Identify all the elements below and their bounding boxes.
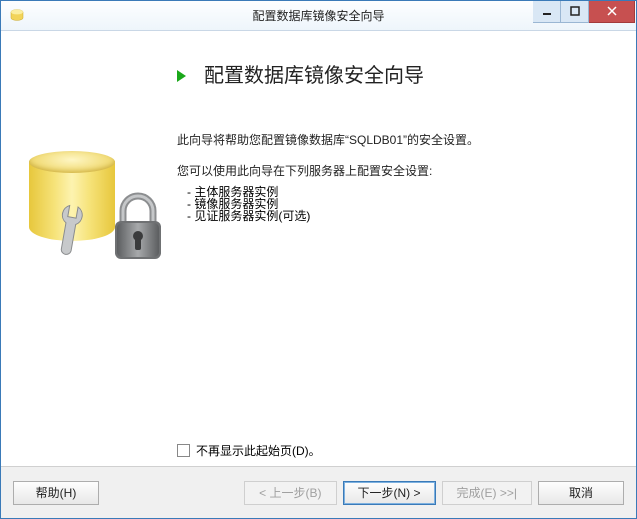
page-heading: 配置数据库镜像安全向导	[204, 59, 424, 88]
app-icon	[9, 8, 25, 24]
text-column: 配置数据库镜像安全向导 此向导将帮助您配置镜像数据库“SQLDB01”的安全设置…	[165, 51, 612, 466]
back-button: < 上一步(B)	[244, 481, 336, 505]
minimize-button[interactable]	[533, 1, 561, 23]
cancel-button[interactable]: 取消	[538, 481, 624, 505]
skip-checkbox-label: 不再显示此起始页(D)。	[196, 442, 321, 459]
heading-row: 配置数据库镜像安全向导	[177, 59, 612, 88]
sub-text: 您可以使用此向导在下列服务器上配置安全设置:	[177, 163, 612, 180]
list-item: 主体服务器实例	[187, 186, 612, 198]
intro-text: 此向导将帮助您配置镜像数据库“SQLDB01”的安全设置。	[177, 132, 612, 149]
finish-button: 完成(E) >>|	[442, 481, 532, 505]
titlebar: 配置数据库镜像安全向导	[1, 1, 636, 31]
footer: 帮助(H) < 上一步(B) 下一步(N) > 完成(E) >>| 取消	[1, 466, 636, 518]
help-button[interactable]: 帮助(H)	[13, 481, 99, 505]
skip-checkbox[interactable]	[177, 444, 190, 457]
window-controls	[533, 1, 635, 23]
wizard-window: 配置数据库镜像安全向导	[0, 0, 637, 519]
skip-checkbox-row: 不再显示此起始页(D)。	[177, 442, 612, 459]
server-list: 主体服务器实例 镜像服务器实例 见证服务器实例(可选)	[187, 186, 612, 222]
list-item: 见证服务器实例(可选)	[187, 210, 612, 222]
maximize-button[interactable]	[561, 1, 589, 23]
next-button[interactable]: 下一步(N) >	[343, 481, 436, 505]
lock-icon	[109, 191, 167, 266]
wizard-graphic	[25, 51, 165, 466]
body-area: 配置数据库镜像安全向导 此向导将帮助您配置镜像数据库“SQLDB01”的安全设置…	[1, 31, 636, 466]
list-item: 镜像服务器实例	[187, 198, 612, 210]
play-icon	[177, 70, 186, 82]
content-area: 配置数据库镜像安全向导 此向导将帮助您配置镜像数据库“SQLDB01”的安全设置…	[1, 31, 636, 518]
close-button[interactable]	[589, 1, 635, 23]
